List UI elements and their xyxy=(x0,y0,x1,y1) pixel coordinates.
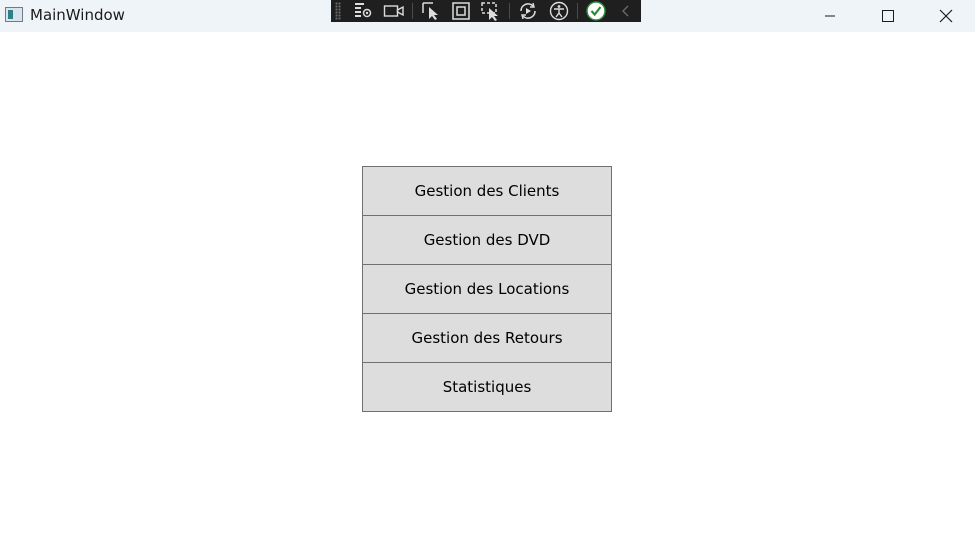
main-menu: Gestion des Clients Gestion des DVD Gest… xyxy=(362,166,612,412)
hot-reload-icon[interactable] xyxy=(517,1,539,21)
minimize-button[interactable] xyxy=(801,0,859,32)
window-title: MainWindow xyxy=(30,6,125,24)
accessibility-icon[interactable] xyxy=(548,1,570,21)
check-icon[interactable] xyxy=(585,1,607,21)
live-visual-tree-icon[interactable] xyxy=(353,1,375,21)
toolbar-separator xyxy=(576,3,578,19)
close-icon xyxy=(939,9,953,23)
toolbar-grip[interactable] xyxy=(335,2,341,20)
track-focus-icon[interactable] xyxy=(480,1,502,21)
statistiques-button[interactable]: Statistiques xyxy=(362,362,612,412)
toolbar-separator xyxy=(411,3,413,19)
dvd-button[interactable]: Gestion des DVD xyxy=(362,215,612,265)
display-layout-adorners-icon[interactable] xyxy=(450,1,472,21)
collapse-chevron-icon[interactable] xyxy=(615,1,637,21)
maximize-icon xyxy=(882,10,894,22)
record-icon[interactable] xyxy=(383,1,405,21)
maximize-button[interactable] xyxy=(859,0,917,32)
toolbar-separator xyxy=(509,3,511,19)
locations-button[interactable]: Gestion des Locations xyxy=(362,264,612,314)
debug-toolbar xyxy=(331,0,641,22)
minimize-icon xyxy=(825,15,835,17)
window-controls xyxy=(801,0,975,32)
clients-button[interactable]: Gestion des Clients xyxy=(362,166,612,216)
app-icon xyxy=(5,7,23,22)
select-element-icon[interactable] xyxy=(420,1,442,21)
title-bar: MainWindow xyxy=(0,0,975,32)
close-button[interactable] xyxy=(917,0,975,32)
retours-button[interactable]: Gestion des Retours xyxy=(362,313,612,363)
